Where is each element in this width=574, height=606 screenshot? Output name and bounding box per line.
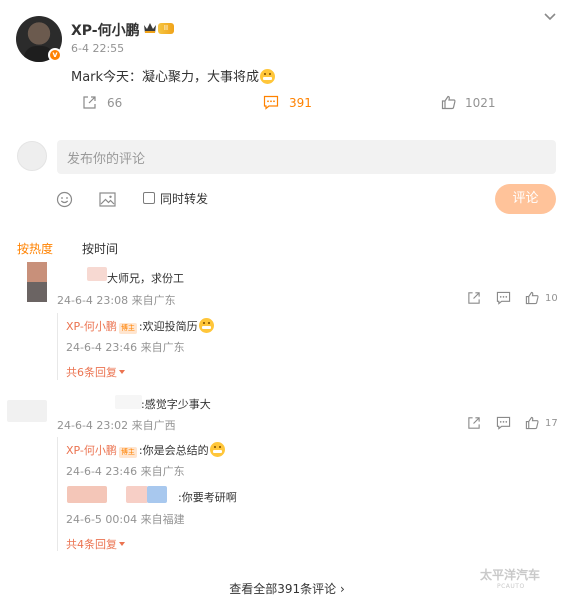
- comment-meta: 24-6-4 23:08 来自广东: [57, 294, 176, 307]
- grin-emoji-icon: [209, 442, 225, 457]
- reply-thread-line: [57, 437, 58, 551]
- reply-meta: 24-6-4 23:46 来自广东: [66, 465, 185, 478]
- watermark-logo: 太平洋汽车: [480, 568, 541, 582]
- blurred-username: [87, 267, 107, 281]
- author-name[interactable]: XP-何小鹏: [71, 20, 140, 40]
- verified-badge-icon: v: [48, 48, 62, 62]
- reply-meta: 24-6-4 23:46 来自广东: [66, 341, 185, 354]
- comment-icon[interactable]: [496, 291, 511, 305]
- share-icon: [83, 96, 96, 109]
- repost-count: 66: [107, 96, 123, 110]
- grin-emoji-icon: [198, 318, 214, 333]
- level-badge: II: [158, 23, 174, 34]
- reply-text: :欢迎投简历: [138, 320, 198, 333]
- comment-text: :感觉字少事大: [141, 398, 211, 411]
- comment-like-count: 10: [545, 293, 558, 304]
- like-button[interactable]: 1021: [441, 95, 501, 111]
- crown-icon: [144, 23, 156, 33]
- watermark-sub: PCAUTO: [497, 583, 525, 590]
- submit-comment-button[interactable]: 评论: [495, 184, 556, 214]
- tab-sort-time[interactable]: 按时间: [82, 240, 118, 257]
- comment-like-count: 17: [545, 418, 558, 429]
- image-icon[interactable]: [99, 192, 116, 207]
- reply-text: :你要考研啊: [178, 491, 237, 504]
- blurred-mention: [147, 486, 167, 503]
- comment-input[interactable]: 发布你的评论: [57, 140, 556, 174]
- reply-author[interactable]: XP-何小鹏: [66, 320, 117, 333]
- blurred-username: [115, 395, 142, 409]
- blurred-mention: [126, 486, 148, 503]
- reply-item: XP-何小鹏 博主:欢迎投简历: [66, 318, 214, 334]
- reply-text: :你是会总结的: [138, 444, 209, 457]
- comment-icon: [263, 95, 279, 110]
- repost-label[interactable]: 同时转发: [160, 190, 208, 207]
- post-text: Mark今天：凝心聚力，大事将成: [71, 66, 276, 85]
- more-replies-link[interactable]: 共4条回复: [66, 536, 125, 552]
- reply-author[interactable]: XP-何小鹏: [66, 444, 117, 457]
- host-badge: 博主: [118, 323, 137, 334]
- post-time: 6-4 22:55: [71, 42, 125, 55]
- host-badge: 博主: [118, 447, 137, 458]
- chevron-down-icon[interactable]: [543, 12, 557, 22]
- thumbs-up-icon: [441, 95, 456, 110]
- thumbs-up-icon[interactable]: [525, 416, 539, 430]
- comment-meta: 24-6-4 23:02 来自广西: [57, 419, 176, 432]
- more-replies-link[interactable]: 共6条回复: [66, 364, 125, 380]
- comment-icon[interactable]: [496, 416, 511, 430]
- user-avatar: [17, 141, 47, 171]
- like-count: 1021: [465, 96, 496, 110]
- blurred-reply-author: [67, 486, 107, 503]
- share-icon[interactable]: [467, 291, 481, 305]
- emoji-icon[interactable]: [56, 191, 73, 208]
- share-icon[interactable]: [467, 416, 481, 430]
- reply-meta: 24-6-5 00:04 来自福建: [66, 513, 185, 526]
- reply-thread-line: [57, 313, 58, 380]
- repost-checkbox[interactable]: [143, 192, 155, 204]
- caret-down-icon: [119, 542, 125, 546]
- commenter-avatar[interactable]: [7, 400, 47, 422]
- commenter-avatar[interactable]: [27, 262, 47, 302]
- reply-item: XP-何小鹏 博主:你是会总结的: [66, 442, 225, 458]
- caret-down-icon: [119, 370, 125, 374]
- tab-sort-hot[interactable]: 按热度: [17, 240, 53, 257]
- comment-count: 391: [289, 96, 312, 110]
- comment-text: 大师兄，求份工: [107, 272, 184, 285]
- repost-button[interactable]: 66: [82, 95, 142, 111]
- comment-button[interactable]: 391: [263, 95, 323, 111]
- thumbs-up-icon[interactable]: [525, 291, 539, 305]
- grin-emoji-icon: [260, 69, 276, 84]
